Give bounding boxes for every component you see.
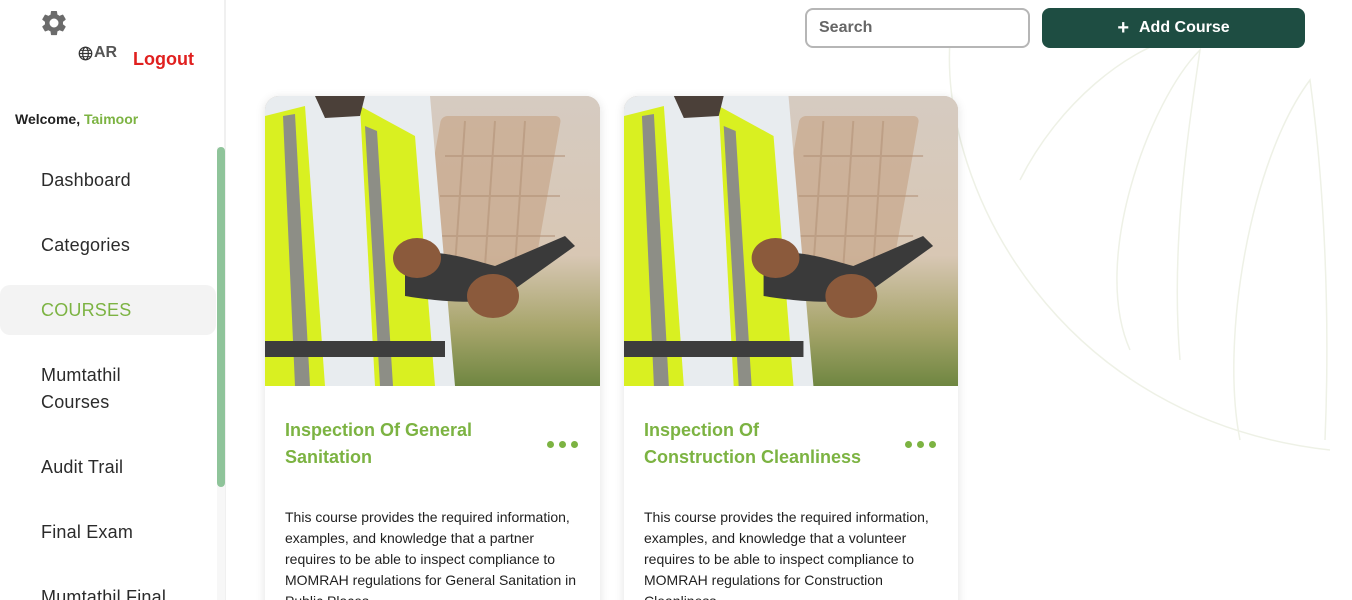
sidebar-item-dashboard[interactable]: Dashboard	[0, 148, 216, 213]
sidebar-item-courses[interactable]: COURSES	[0, 285, 216, 335]
course-card[interactable]: Inspection Of General Sanitation This co…	[265, 96, 600, 600]
globe-icon	[78, 46, 93, 60]
sidebar-item-mumtathil-courses[interactable]: Mumtathil Courses	[0, 343, 170, 435]
course-description: This course provides the required inform…	[644, 509, 929, 600]
more-dots-icon[interactable]	[905, 440, 936, 448]
gear-icon[interactable]	[39, 8, 69, 38]
plus-icon: +	[1117, 17, 1129, 39]
logout-link[interactable]: Logout	[133, 49, 194, 70]
sidebar-item-final-exam[interactable]: Final Exam	[0, 500, 216, 565]
add-course-button[interactable]: + Add Course	[1042, 8, 1305, 48]
sidebar-item-categories[interactable]: Categories	[0, 213, 216, 278]
user-name: Taimoor	[84, 111, 139, 127]
more-dots-icon[interactable]	[547, 440, 578, 448]
sidebar-scrollbar-thumb[interactable]	[217, 147, 225, 487]
language-switch[interactable]: AR	[78, 44, 117, 62]
add-course-label: Add Course	[1139, 19, 1230, 36]
search-input[interactable]	[805, 8, 1030, 48]
course-card[interactable]: Inspection Of Construction Cleanliness T…	[624, 96, 958, 600]
sidebar: AR Logout Welcome, Taimoor Dashboard Cat…	[0, 0, 226, 600]
course-image	[265, 96, 600, 386]
course-image	[624, 96, 958, 386]
welcome-text: Welcome, Taimoor	[15, 111, 138, 127]
welcome-prefix: Welcome,	[15, 111, 81, 127]
background-decoration	[948, 40, 1331, 451]
course-description: This course provides the required inform…	[285, 509, 577, 600]
sidebar-item-audit-trail[interactable]: Audit Trail	[0, 435, 216, 500]
sidebar-nav: Dashboard Categories COURSES Mumtathil C…	[0, 148, 216, 600]
language-label: AR	[94, 44, 118, 61]
course-title[interactable]: Inspection Of General Sanitation	[285, 417, 505, 471]
sidebar-item-mumtathil-final[interactable]: Mumtathil Final	[0, 565, 216, 600]
course-title[interactable]: Inspection Of Construction Cleanliness	[644, 417, 864, 471]
